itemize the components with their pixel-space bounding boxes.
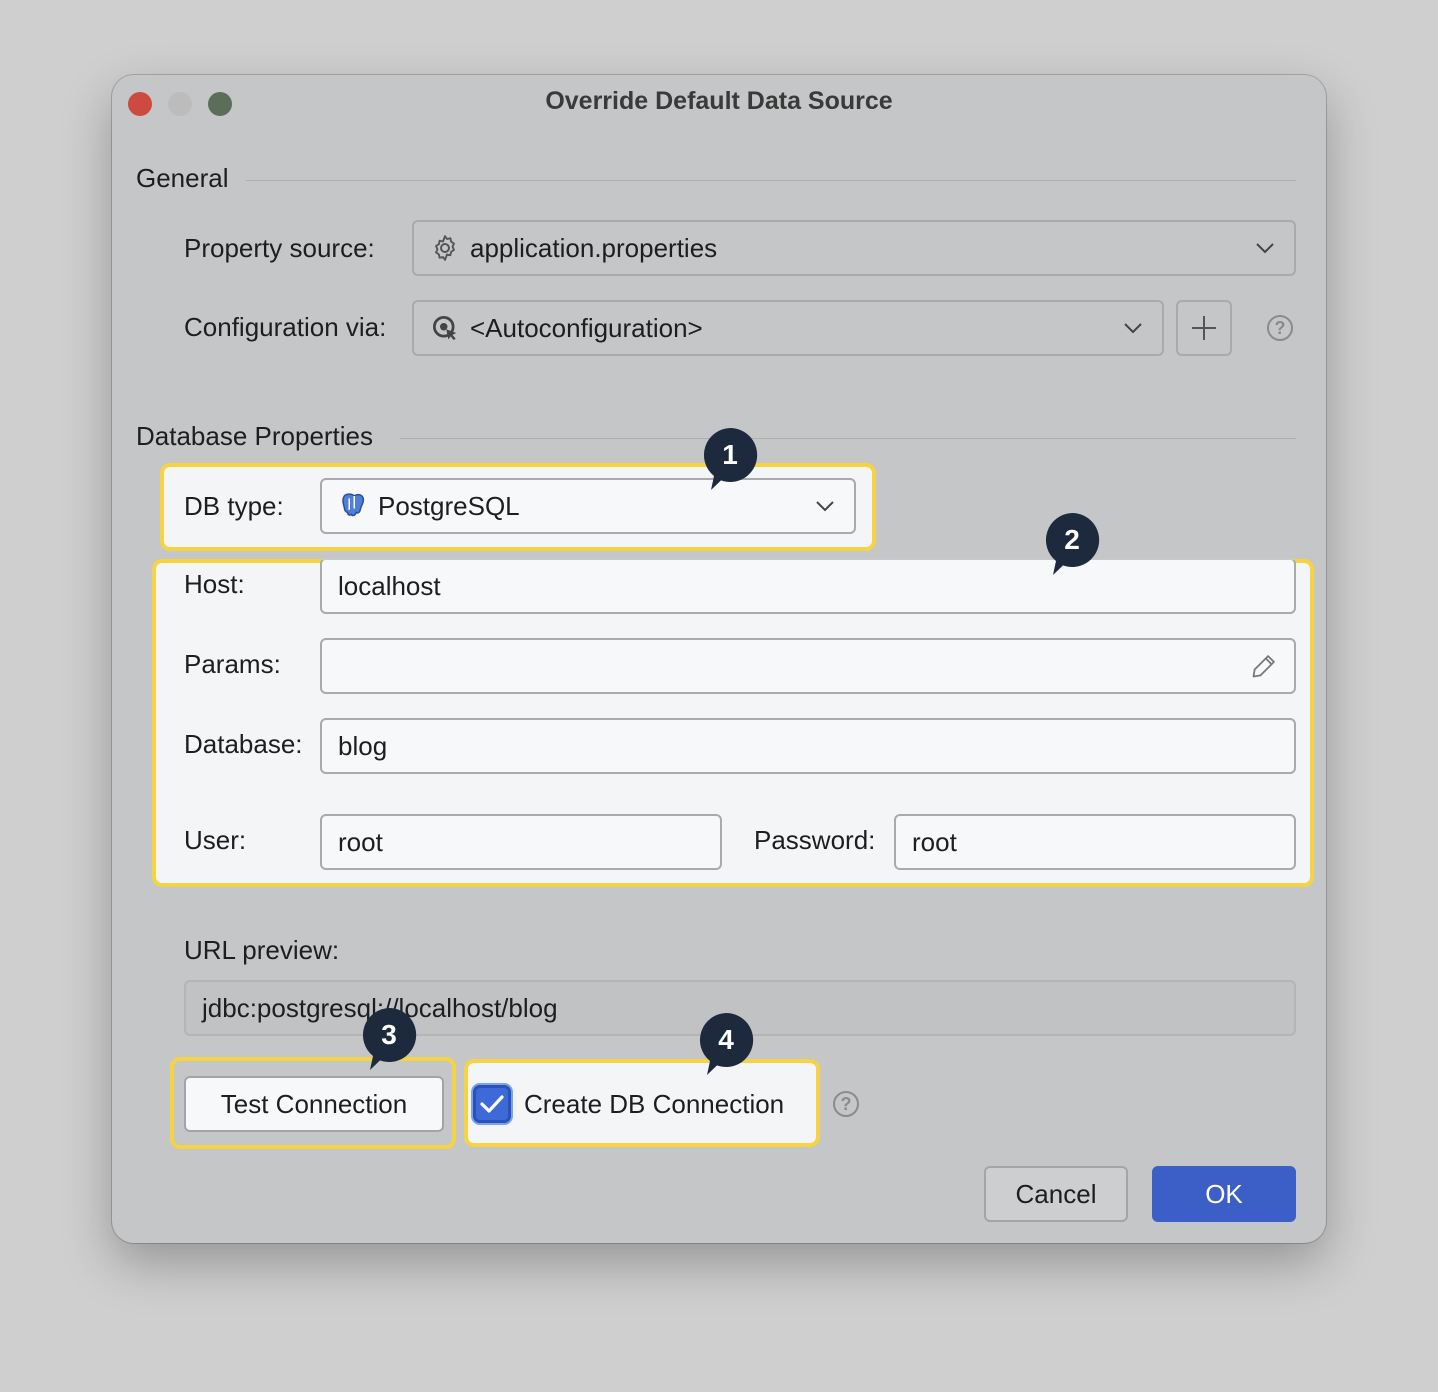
host-label: Host: bbox=[184, 569, 245, 599]
section-divider bbox=[246, 180, 1296, 181]
db-type-label: DB type: bbox=[184, 491, 284, 521]
section-general-title: General bbox=[136, 163, 229, 193]
callout-number: 3 bbox=[381, 1019, 397, 1050]
database-input[interactable]: blog bbox=[320, 718, 1296, 774]
params-label: Params: bbox=[184, 649, 281, 679]
postgresql-elephant-icon bbox=[342, 493, 365, 517]
question-circle-icon[interactable]: ? bbox=[833, 1091, 859, 1117]
autoconfig-icon bbox=[433, 316, 457, 341]
params-input[interactable] bbox=[320, 638, 1296, 694]
configuration-via-value: <Autoconfiguration> bbox=[470, 312, 703, 343]
db-type-dropdown[interactable]: PostgreSQL bbox=[320, 478, 856, 534]
url-preview-label: URL preview: bbox=[184, 935, 340, 965]
create-db-connection-label[interactable]: Create DB Connection bbox=[524, 1089, 784, 1120]
cancel-button[interactable]: Cancel bbox=[984, 1166, 1128, 1222]
callout-number: 4 bbox=[718, 1024, 734, 1055]
dialog-title: Override Default Data Source bbox=[545, 87, 893, 115]
password-value: root bbox=[912, 826, 957, 857]
plus-icon bbox=[1192, 316, 1216, 340]
callout-badge: 1 bbox=[701, 426, 759, 492]
callout-number: 2 bbox=[1064, 524, 1080, 555]
checkmark-icon bbox=[480, 1095, 504, 1113]
configuration-via-label: Configuration via: bbox=[184, 312, 387, 342]
property-source-value: application.properties bbox=[470, 232, 718, 263]
callout-badge: 3 bbox=[360, 1006, 418, 1072]
test-connection-button[interactable]: Test Connection bbox=[184, 1076, 444, 1132]
user-input[interactable]: root bbox=[320, 814, 722, 870]
user-value: root bbox=[338, 826, 383, 857]
property-source-dropdown[interactable]: application.properties bbox=[412, 220, 1296, 276]
host-value: localhost bbox=[338, 570, 441, 601]
callout-badge: 2 bbox=[1043, 511, 1101, 577]
password-label: Password: bbox=[754, 825, 876, 855]
question-circle-icon[interactable]: ? bbox=[1267, 315, 1293, 341]
chevron-down-icon bbox=[1256, 243, 1274, 254]
database-label: Database: bbox=[184, 729, 303, 759]
pencil-icon[interactable] bbox=[1250, 652, 1278, 680]
section-divider bbox=[400, 438, 1296, 439]
callout-number: 1 bbox=[722, 439, 738, 470]
db-type-value: PostgreSQL bbox=[378, 490, 520, 521]
chevron-down-icon bbox=[1124, 323, 1142, 334]
configuration-via-dropdown[interactable]: <Autoconfiguration> bbox=[412, 300, 1164, 356]
dialog-window: Override Default Data Source General Pro… bbox=[112, 75, 1326, 1243]
add-configuration-button[interactable] bbox=[1176, 300, 1232, 356]
host-input[interactable]: localhost bbox=[320, 558, 1296, 614]
chevron-down-icon bbox=[816, 501, 834, 512]
create-db-connection-checkbox[interactable] bbox=[473, 1085, 511, 1123]
password-input[interactable]: root bbox=[894, 814, 1296, 870]
callout-badge: 4 bbox=[697, 1011, 755, 1077]
property-source-label: Property source: bbox=[184, 233, 375, 263]
section-database-title: Database Properties bbox=[136, 421, 374, 451]
user-label: User: bbox=[184, 825, 247, 855]
gear-icon bbox=[435, 235, 455, 261]
ok-button[interactable]: OK bbox=[1152, 1166, 1296, 1222]
database-value: blog bbox=[338, 730, 388, 761]
